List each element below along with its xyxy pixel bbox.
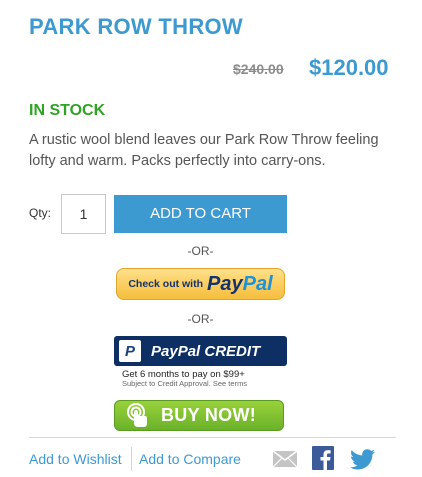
add-to-compare-link[interactable]: Add to Compare: [139, 451, 241, 467]
link-separator: [131, 447, 132, 471]
add-to-cart-button[interactable]: ADD TO CART: [114, 195, 287, 233]
paypal-credit-label: PayPal CREDIT: [151, 342, 261, 360]
paypal-logo-text: PayPal: [207, 273, 273, 296]
stock-status: IN STOCK: [29, 102, 106, 119]
qty-label: Qty:: [29, 206, 52, 220]
buy-now-button[interactable]: BUY NOW!: [114, 400, 284, 431]
add-to-wishlist-link[interactable]: Add to Wishlist: [29, 451, 122, 467]
facebook-icon[interactable]: [312, 446, 334, 470]
mail-icon[interactable]: [272, 450, 298, 468]
buy-now-label: BUY NOW!: [161, 405, 257, 425]
old-price: $240.00: [233, 61, 284, 77]
paypal-pal-text: Pal: [242, 272, 273, 295]
or-separator: -OR-: [187, 312, 214, 326]
paypal-checkout-prefix: Check out with: [128, 278, 204, 290]
paypal-checkout-button[interactable]: Check out with PayPal: [116, 268, 285, 300]
paypal-pay-text: Pay: [207, 272, 243, 295]
or-separator: -OR-: [187, 244, 214, 258]
hand-tap-icon: [127, 402, 147, 427]
divider: [29, 437, 396, 438]
qty-input[interactable]: [61, 194, 106, 234]
paypal-logo-icon: P: [119, 340, 141, 362]
product-description: A rustic wool blend leaves our Park Row …: [29, 132, 379, 169]
paypal-credit-button[interactable]: P PayPal CREDIT: [114, 336, 287, 366]
paypal-credit-terms[interactable]: Subject to Credit Approval. See terms: [122, 379, 247, 388]
twitter-icon[interactable]: [350, 449, 375, 470]
current-price: $120.00: [309, 55, 389, 80]
product-title: PARK ROW THROW: [29, 14, 243, 39]
